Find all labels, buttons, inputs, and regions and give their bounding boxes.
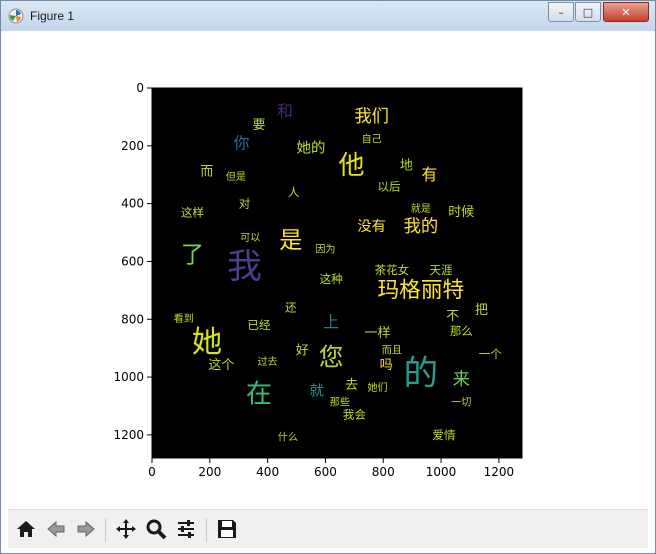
wordcloud-word: 地 (400, 159, 413, 174)
x-tick-label: 400 (256, 465, 279, 479)
wordcloud-word: 天涯 (430, 263, 454, 277)
back-icon (47, 520, 65, 538)
wordcloud-word: 我们 (354, 107, 389, 127)
x-tick-label: 0 (148, 465, 156, 479)
x-tick-label: 200 (198, 465, 221, 479)
forward-button[interactable] (72, 515, 100, 543)
wordcloud-word: 这个 (208, 357, 234, 373)
x-tick-label: 600 (314, 465, 337, 479)
zoom-icon (146, 519, 167, 540)
y-tick-label: 1200 (113, 428, 144, 442)
wordcloud-word: 了 (181, 243, 204, 269)
wordcloud-word: 没有 (357, 218, 386, 235)
wordcloud-word: 把 (475, 303, 488, 318)
y-tick-label: 600 (121, 254, 144, 268)
toolbar-separator (105, 518, 106, 542)
save-button[interactable] (213, 515, 241, 543)
wordcloud-word: 她 (192, 325, 222, 360)
wordcloud-word: 她的 (297, 140, 326, 157)
back-button[interactable] (42, 515, 70, 543)
wordcloud-word: 茶花女 (375, 263, 410, 277)
wordcloud-word: 什么 (278, 431, 298, 443)
wordcloud-word: 时候 (448, 205, 474, 220)
matplotlib-app-icon (8, 8, 24, 24)
wordcloud-word: 已经 (247, 318, 271, 332)
wordcloud-word: 就是 (411, 202, 431, 215)
wordcloud-axes[interactable]: 我的她他在您是了玛格丽特我们我的来和没有你 她的上有一样就一个时候要这个这样茶花女… (8, 32, 648, 508)
wordcloud-word: 人 (288, 185, 300, 199)
zoom-button[interactable] (142, 515, 170, 543)
pan-icon (116, 519, 136, 539)
close-button[interactable]: ✕ (603, 2, 649, 22)
figure-window: Figure 1 – □ ✕ 我的她他在您是了玛格丽特 我们 我的来和没有你她的上有… (0, 0, 656, 554)
wordcloud-word: 去 (345, 378, 358, 393)
wordcloud-word: 玛格丽特 (378, 278, 465, 303)
wordcloud-word: 爱情 (432, 428, 456, 442)
wordcloud-word: 我 (227, 247, 262, 287)
x-tick-label: 800 (372, 465, 395, 479)
wordcloud-word: 我会 (343, 408, 367, 422)
navigation-toolbar (8, 509, 648, 548)
wordcloud-word: 看到 (174, 312, 194, 325)
wordcloud-word: 不 (446, 309, 459, 324)
y-tick-label: 800 (121, 312, 144, 326)
wordcloud-word: 一样 (364, 326, 390, 341)
wordcloud-word: 对 (239, 197, 251, 211)
wordcloud-word: 吗 (380, 358, 393, 373)
wordcloud-word: 过去 (258, 355, 278, 368)
window-title: Figure 1 (30, 9, 75, 23)
wordcloud-word: 那么 (450, 324, 473, 338)
wordcloud-word: 还 (285, 301, 297, 315)
home-icon (17, 521, 35, 537)
figure-canvas[interactable]: 我的她他在您是了玛格丽特 我们 我的来和没有你她的上有一样就一个 时候要这个 这样 茶花女… (8, 32, 648, 508)
wordcloud-word: 他 (338, 151, 364, 181)
maximize-button[interactable]: □ (575, 2, 601, 22)
x-tick-label: 1000 (426, 465, 457, 479)
wordcloud-word: 你 (234, 133, 250, 152)
title-bar[interactable]: Figure 1 – □ ✕ (1, 1, 655, 31)
wordcloud-word: 来 (453, 370, 470, 390)
wordcloud-word: 以后 (377, 179, 401, 193)
configure-subplots-button[interactable] (172, 515, 200, 543)
y-tick-label: 0 (136, 81, 144, 95)
wordcloud-word: 因为 (315, 243, 335, 255)
wordcloud-word: 那些 (330, 396, 350, 409)
save-icon (218, 520, 236, 538)
wordcloud-word: 我的 (404, 217, 439, 237)
minimize-button[interactable]: – (548, 2, 574, 22)
toolbar-separator (206, 518, 207, 542)
wordcloud-word: 而 (200, 164, 213, 179)
wordcloud-word: 可以 (240, 233, 260, 244)
y-tick-label: 200 (121, 139, 144, 153)
wordcloud-word: 好 (296, 344, 309, 359)
wordcloud-word: 一个 (479, 347, 503, 361)
wordcloud-word: 一切 (451, 397, 471, 409)
wordcloud-word: 这样 (181, 205, 204, 219)
configure-subplots-icon (178, 520, 194, 538)
wordcloud-word: 您 (319, 342, 344, 371)
wordcloud-word: 而且 (382, 345, 402, 357)
home-button[interactable] (12, 515, 40, 543)
wordcloud-word: 是 (279, 228, 302, 254)
x-tick-label: 1200 (484, 465, 515, 479)
wordcloud-word: 有 (422, 165, 438, 184)
wordcloud-word: 这种 (320, 272, 343, 286)
wordcloud-word: 自己 (362, 133, 382, 146)
pan-button[interactable] (112, 515, 140, 543)
wordcloud-word: 但是 (226, 171, 246, 183)
wordcloud-word: 在 (246, 379, 272, 409)
forward-icon (77, 520, 95, 538)
wordcloud-word: 和 (277, 102, 293, 121)
wordcloud-word: 要 (252, 118, 265, 133)
wordcloud-word: 就 (310, 383, 325, 400)
y-tick-label: 400 (121, 197, 144, 211)
wordcloud-word: 上 (323, 313, 339, 332)
wordcloud-word: 的 (403, 354, 438, 394)
y-tick-label: 1000 (113, 370, 144, 384)
wordcloud-word: 她们 (367, 381, 387, 394)
